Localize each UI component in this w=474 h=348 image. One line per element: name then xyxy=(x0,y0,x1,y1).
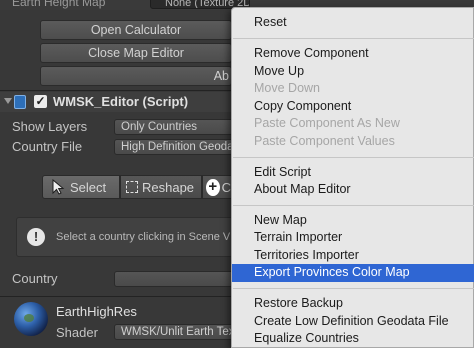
country-file-dropdown[interactable]: High Definition Geoda xyxy=(114,139,234,155)
foldout-arrow-icon[interactable] xyxy=(4,98,12,104)
country-file-label: Country File xyxy=(12,139,83,154)
create-tool-button[interactable]: + C xyxy=(202,175,232,199)
menu-item-edit-script[interactable]: Edit Script xyxy=(232,164,474,182)
menu-separator xyxy=(233,38,474,39)
select-tool-label: Select xyxy=(70,179,107,195)
context-menu: Reset Remove Component Move Up Move Down… xyxy=(231,7,474,348)
shader-label: Shader xyxy=(56,325,98,340)
menu-separator xyxy=(233,205,474,206)
info-icon: ! xyxy=(27,228,45,246)
menu-item-new-map[interactable]: New Map xyxy=(232,212,474,230)
menu-item-reset[interactable]: Reset xyxy=(232,14,474,32)
country-dropdown[interactable] xyxy=(114,271,234,287)
component-title: WMSK_Editor (Script) xyxy=(53,94,189,109)
globe-land xyxy=(24,314,34,322)
menu-separator xyxy=(233,288,474,289)
shader-dropdown[interactable]: WMSK/Unlit Earth Textu xyxy=(114,324,234,340)
menu-item-restore-backup[interactable]: Restore Backup xyxy=(232,295,474,313)
menu-item-about-map-editor[interactable]: About Map Editor xyxy=(232,181,474,199)
select-tool-button[interactable]: Select xyxy=(42,175,120,199)
menu-item-move-down: Move Down xyxy=(254,81,320,95)
country-label: Country xyxy=(12,271,58,286)
help-text: Select a country clicking in Scene V xyxy=(56,231,231,243)
open-calculator-button[interactable]: Open Calculator xyxy=(40,20,232,40)
script-icon xyxy=(14,95,26,109)
menu-item-remove-component[interactable]: Remove Component xyxy=(232,45,474,63)
menu-item-move-up[interactable]: Move Up xyxy=(232,63,474,81)
reshape-icon xyxy=(126,181,138,193)
show-layers-dropdown[interactable]: Only Countries xyxy=(114,119,234,135)
component-enabled-checkbox[interactable]: ✓ xyxy=(34,95,47,108)
menu-item-territories-importer[interactable]: Territories Importer xyxy=(232,247,474,265)
reshape-tool-label: Reshape xyxy=(142,179,195,195)
plus-circle-icon: + xyxy=(206,178,220,196)
close-map-editor-button[interactable]: Close Map Editor xyxy=(40,43,232,63)
menu-item-copy-component[interactable]: Copy Component xyxy=(232,98,474,116)
menu-item-paste-component-as-new: Paste Component As New xyxy=(254,116,400,130)
material-name: EarthHighRes xyxy=(56,304,137,319)
create-tool-label: C xyxy=(221,179,231,195)
show-layers-label: Show Layers xyxy=(12,119,88,134)
earth-height-map-label: Earth Height Map xyxy=(12,0,106,9)
menu-item-terrain-importer[interactable]: Terrain Importer xyxy=(232,229,474,247)
menu-item-create-low-definition-geodata-file[interactable]: Create Low Definition Geodata File xyxy=(232,313,474,331)
partial-button[interactable]: Ab xyxy=(40,66,232,86)
menu-item-export-provinces-color-map[interactable]: Export Provinces Color Map xyxy=(232,264,474,282)
menu-separator xyxy=(233,157,474,158)
menu-item-paste-component-values: Paste Component Values xyxy=(254,134,395,148)
menu-item-equalize-countries[interactable]: Equalize Countries xyxy=(232,330,474,348)
cursor-arrow-icon xyxy=(52,179,65,195)
reshape-tool-button[interactable]: Reshape xyxy=(120,175,202,199)
